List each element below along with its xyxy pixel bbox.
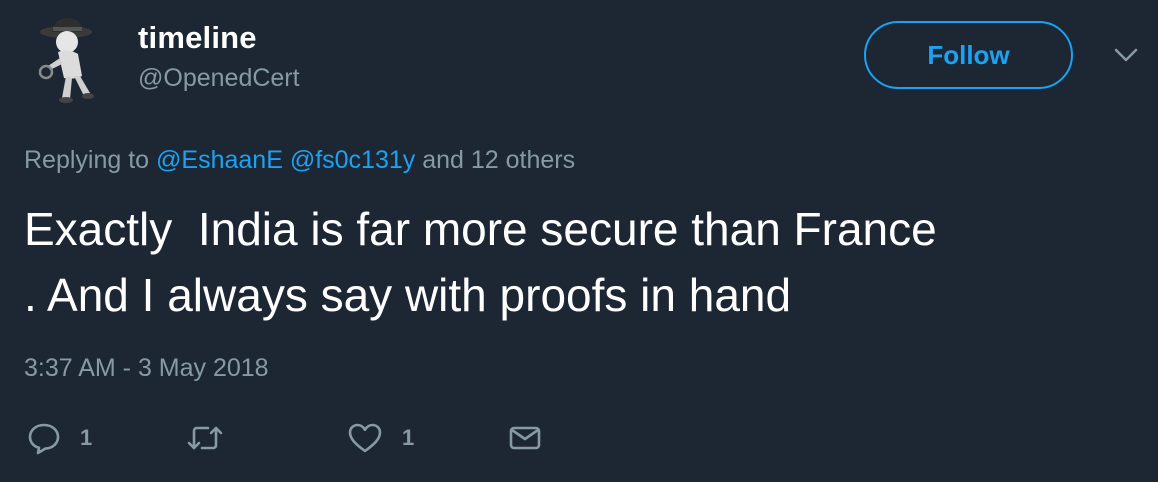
avatar[interactable] — [26, 14, 116, 104]
tweet-menu-button[interactable] — [1111, 45, 1141, 65]
like-button[interactable]: 1 — [346, 416, 414, 460]
reply-button[interactable]: 1 — [26, 416, 92, 460]
envelope-icon — [509, 426, 541, 450]
mention-link[interactable]: @fs0c131y — [290, 146, 415, 174]
tweet-actions: 1 1 — [0, 416, 1158, 460]
detective-figure-avatar-icon — [38, 18, 94, 103]
reply-context-prefix: Replying to — [24, 146, 157, 174]
author-handle[interactable]: @OpenedCert — [138, 64, 300, 93]
tweet-card: timeline @OpenedCert Follow Replying to … — [0, 0, 1158, 482]
reply-icon — [28, 423, 60, 455]
reply-context: Replying to @EshaanE @fs0c131y and 12 ot… — [24, 146, 575, 175]
follow-button[interactable]: Follow — [864, 21, 1073, 89]
heart-icon — [348, 423, 382, 453]
reply-count: 1 — [80, 425, 93, 450]
like-count: 1 — [402, 425, 415, 450]
retweet-icon — [187, 426, 223, 450]
mention-link[interactable]: @EshaanE — [156, 146, 283, 174]
tweet-text: Exactly India is far more secure than Fr… — [24, 203, 937, 321]
tweet-timestamp[interactable]: 3:37 AM - 3 May 2018 — [24, 354, 269, 383]
author-display-name[interactable]: timeline — [138, 20, 257, 56]
retweet-button[interactable] — [186, 416, 242, 460]
chevron-down-icon — [1114, 48, 1138, 62]
direct-message-button[interactable] — [508, 416, 542, 460]
reply-context-suffix[interactable]: and 12 others — [422, 146, 575, 174]
